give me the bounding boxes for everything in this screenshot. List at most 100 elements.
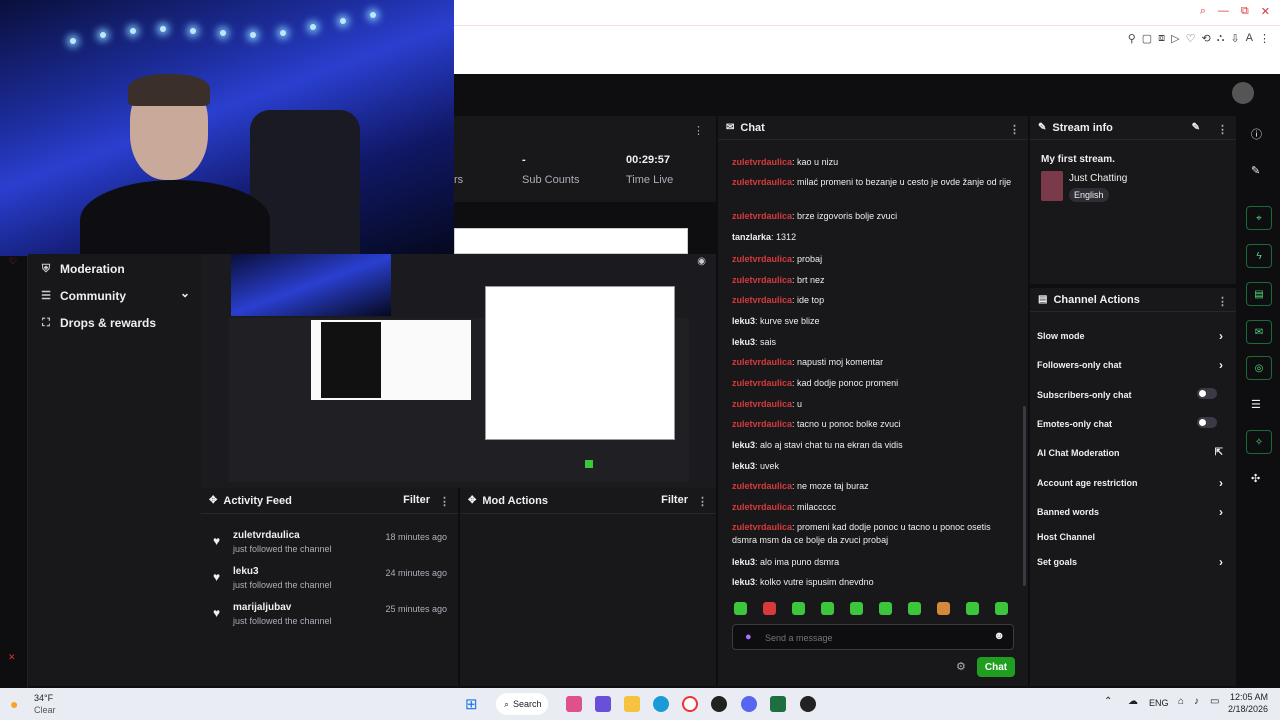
- emote-icon[interactable]: [937, 602, 950, 615]
- gear-icon[interactable]: ⚙: [956, 660, 966, 673]
- close-icon[interactable]: ✕: [8, 652, 16, 663]
- emotes-only-toggle[interactable]: [1197, 417, 1217, 428]
- clip-icon[interactable]: ⌖: [1246, 206, 1272, 230]
- emote-icon[interactable]: [879, 602, 892, 615]
- emoji-icon[interactable]: ☻: [993, 630, 1005, 642]
- avatar[interactable]: [1232, 82, 1254, 104]
- history-icon[interactable]: ⟲: [1202, 32, 1211, 45]
- language-indicator[interactable]: ENG: [1149, 698, 1169, 708]
- action-followers-only[interactable]: Followers-only chat ›: [1037, 358, 1227, 372]
- chat-username[interactable]: leku3: [732, 557, 755, 567]
- edit-icon[interactable]: ✎: [1251, 164, 1260, 177]
- copilot-icon[interactable]: [566, 696, 582, 712]
- chat-input-box[interactable]: ● ☻: [732, 624, 1014, 650]
- follower-name[interactable]: leku3: [233, 566, 259, 577]
- action-host-channel[interactable]: Host Channel: [1037, 532, 1227, 542]
- filter-button[interactable]: Filter: [661, 494, 688, 506]
- chat-username[interactable]: zuletvrdaulica: [732, 399, 792, 409]
- sidebar-item-drops[interactable]: ⛶ Drops & rewards: [40, 316, 156, 330]
- kebab-icon[interactable]: ⋮: [1009, 123, 1020, 136]
- chat-username[interactable]: zuletvrdaulica: [732, 378, 792, 388]
- edit-icon[interactable]: ✎: [1192, 122, 1200, 133]
- emote-icon[interactable]: [908, 602, 921, 615]
- chat-icon[interactable]: ✉: [1246, 320, 1272, 344]
- chat-username[interactable]: zuletvrdaulica: [732, 357, 792, 367]
- action-account-age[interactable]: Account age restriction ›: [1037, 476, 1227, 490]
- extensions-icon[interactable]: ⛬: [1217, 32, 1225, 45]
- chat-username[interactable]: leku3: [732, 316, 755, 326]
- emote-icon[interactable]: [821, 602, 834, 615]
- start-icon[interactable]: ⊞: [465, 695, 478, 713]
- send-chat-button[interactable]: Chat: [977, 657, 1015, 677]
- kebab-icon[interactable]: ⋮: [1217, 295, 1228, 308]
- bolt-icon[interactable]: ϟ: [1246, 244, 1272, 268]
- kebab-icon[interactable]: ⋮: [697, 495, 708, 508]
- sidebar-item-moderation[interactable]: ⛨ Moderation: [40, 262, 125, 276]
- emote-icon[interactable]: [995, 602, 1008, 615]
- maximize-icon[interactable]: ⧉: [1241, 5, 1249, 18]
- action-ai-moderation[interactable]: AI Chat Moderation ⇱: [1037, 447, 1227, 458]
- chat-username[interactable]: zuletvrdaulica: [732, 481, 792, 491]
- emote-icon[interactable]: [850, 602, 863, 615]
- chat-username[interactable]: zuletvrdaulica: [732, 295, 792, 305]
- chevron-down-icon[interactable]: ⌄: [180, 286, 190, 300]
- clock-date[interactable]: 2/18/2026: [1228, 704, 1268, 714]
- action-banned-words[interactable]: Banned words ›: [1037, 505, 1227, 519]
- download-icon[interactable]: ⇩: [1230, 32, 1239, 45]
- minimize-icon[interactable]: —: [1218, 5, 1229, 18]
- chat-username[interactable]: zuletvrdaulica: [732, 419, 792, 429]
- chat-username[interactable]: leku3: [732, 577, 755, 587]
- search-button[interactable]: ⌕ Search: [496, 693, 548, 715]
- tabs-icon[interactable]: ⧈: [1158, 32, 1165, 45]
- kebab-icon[interactable]: ⋮: [439, 495, 450, 508]
- sidebar-item-community[interactable]: ☰ Community ⌄: [40, 286, 190, 303]
- close-icon[interactable]: ✕: [1261, 5, 1270, 18]
- chat-username[interactable]: zuletvrdaulica: [732, 275, 792, 285]
- drag-handle-icon[interactable]: ✥: [209, 495, 217, 506]
- chat-username[interactable]: zuletvrdaulica: [732, 522, 792, 532]
- screenshot-icon[interactable]: ▢: [1142, 32, 1152, 45]
- emote-icon[interactable]: [734, 602, 747, 615]
- clipboard-icon[interactable]: ▤: [1246, 282, 1272, 306]
- heart-icon[interactable]: ♡: [1186, 32, 1196, 45]
- discord-icon[interactable]: [741, 696, 757, 712]
- edge-icon[interactable]: [653, 696, 669, 712]
- chat-scrollbar[interactable]: [1023, 406, 1026, 586]
- chat-username[interactable]: leku3: [732, 337, 755, 347]
- file-explorer-icon[interactable]: [624, 696, 640, 712]
- search-icon[interactable]: ⌕: [1200, 5, 1206, 18]
- filter-button[interactable]: Filter: [403, 494, 430, 506]
- read-aloud-icon[interactable]: A: [1246, 32, 1253, 45]
- menu-icon[interactable]: ⋮: [1259, 32, 1270, 45]
- language-tag[interactable]: English: [1069, 188, 1109, 202]
- network-icon[interactable]: ⌂: [1178, 696, 1184, 707]
- chat-username[interactable]: zuletvrdaulica: [732, 177, 792, 187]
- stream-preview[interactable]: ◉: [201, 254, 716, 488]
- kebab-icon[interactable]: ⋮: [693, 124, 704, 137]
- emote-icon[interactable]: [763, 602, 776, 615]
- chat-username[interactable]: zuletvrdaulica: [732, 502, 792, 512]
- volume-icon[interactable]: ♪: [1194, 696, 1199, 707]
- info-icon[interactable]: ⓘ: [1251, 126, 1262, 142]
- kebab-icon[interactable]: ⋮: [1217, 123, 1228, 136]
- opera-icon[interactable]: [682, 696, 698, 712]
- drag-handle-icon[interactable]: ✥: [468, 495, 476, 506]
- chat-input[interactable]: [765, 629, 975, 647]
- chat-username[interactable]: zuletvrdaulica: [732, 254, 792, 264]
- action-set-goals[interactable]: Set goals ›: [1037, 555, 1227, 569]
- obs-icon[interactable]: [711, 696, 727, 712]
- follower-name[interactable]: zuletvrdaulica: [233, 530, 300, 541]
- chat-username[interactable]: zuletvrdaulica: [732, 157, 792, 167]
- cloud-icon[interactable]: ☁: [1128, 696, 1138, 707]
- emote-icon[interactable]: [966, 602, 979, 615]
- wrench-icon[interactable]: ✧: [1246, 430, 1272, 454]
- microphone-icon[interactable]: ●: [745, 631, 752, 643]
- excel-icon[interactable]: [770, 696, 786, 712]
- tray-chevron-icon[interactable]: ⌃: [1104, 696, 1112, 707]
- list-icon[interactable]: ☰: [1251, 398, 1261, 411]
- follower-name[interactable]: marijaljubav: [233, 602, 291, 613]
- chat-username[interactable]: zuletvrdaulica: [732, 211, 792, 221]
- subscribers-only-toggle[interactable]: [1197, 388, 1217, 399]
- pin-icon[interactable]: ⚲: [1128, 32, 1136, 45]
- battery-icon[interactable]: ▭: [1210, 696, 1219, 707]
